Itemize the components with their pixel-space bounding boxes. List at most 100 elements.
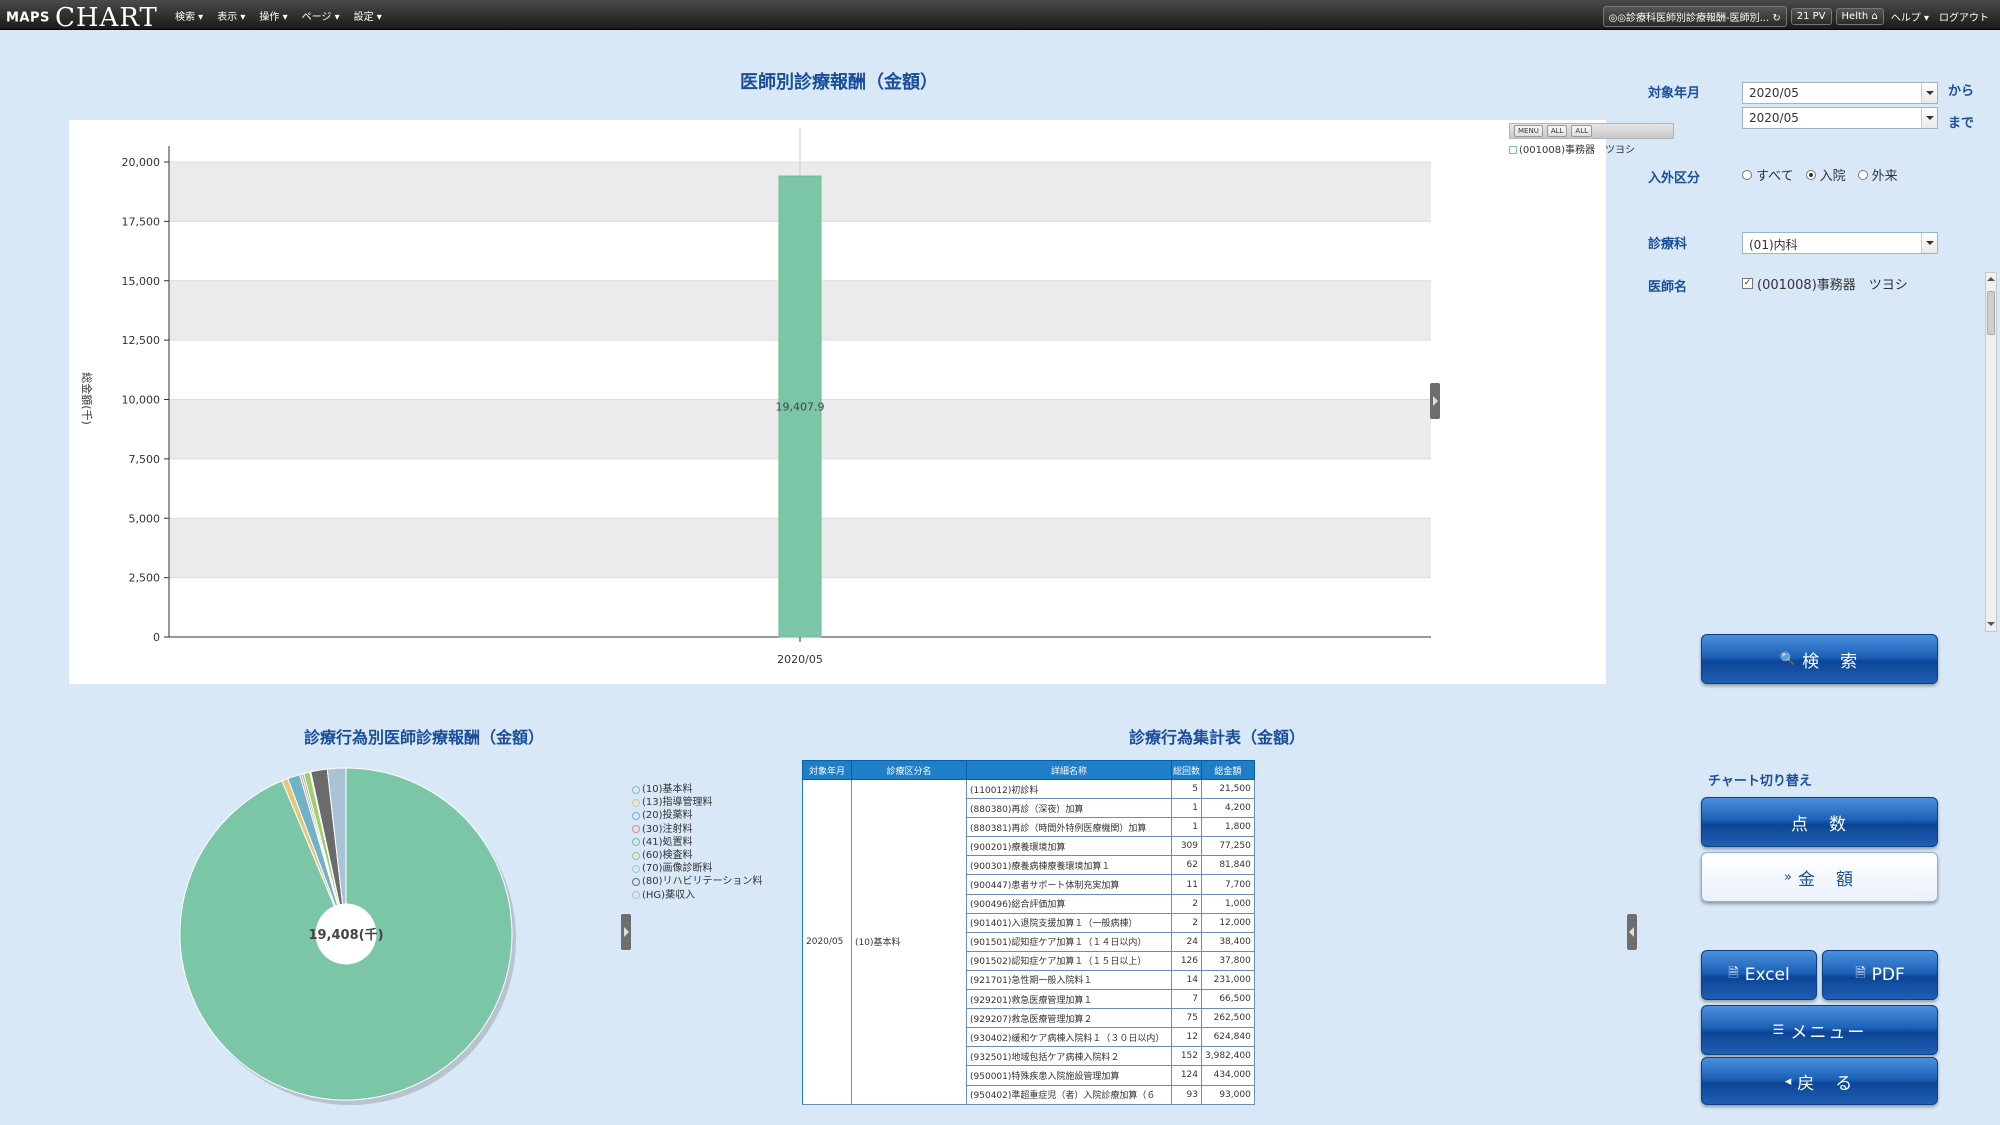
search-button-label: 検 索 — [1802, 651, 1860, 672]
radio-all[interactable]: すべて — [1742, 165, 1794, 184]
table-header-row: 対象年月 診療区分名 詳細名称 総回数 総金額 — [802, 760, 1255, 780]
menu-settings[interactable]: 設定 ▾ — [354, 8, 382, 23]
pie-legend-item[interactable]: (60)検査料 — [632, 849, 762, 862]
top-menu: 検索 ▾ 表示 ▾ 操作 ▾ ページ ▾ 設定 ▾ — [175, 8, 382, 23]
cell-amount: 12,000 — [1201, 912, 1255, 933]
menu-search[interactable]: 検索 ▾ — [175, 8, 203, 23]
period-from-select[interactable]: 2020/05 — [1742, 82, 1938, 104]
doctor-checkbox[interactable]: ✓ — [1742, 278, 1753, 289]
cell-amount: 38,400 — [1201, 931, 1255, 952]
legend-circle-icon — [632, 864, 640, 873]
legend-toolbar: MENU ALL ALL — [1509, 123, 1674, 139]
pie-legend-label: (10)基本料 — [642, 784, 693, 795]
pie-legend-item[interactable]: (70)画像診断料 — [632, 862, 762, 875]
cell-detail: (929201)救急医療管理加算１ — [966, 989, 1172, 1010]
period-to-select[interactable]: 2020/05 — [1742, 107, 1938, 129]
page-path[interactable]: ◎◎診療科医師別診療報酬-医師別... ↻ — [1602, 6, 1787, 27]
menu-view[interactable]: 表示 ▾ — [217, 8, 245, 23]
menu-icon: ☰ — [1772, 1022, 1785, 1038]
period-to-value: 2020/05 — [1749, 111, 1799, 125]
col-header-month[interactable]: 対象年月 — [802, 760, 852, 780]
excel-button[interactable]: 🗎 Excel — [1701, 950, 1817, 1000]
back-button[interactable]: ◂ 戻 る — [1701, 1057, 1938, 1105]
dropdown-arrow-icon[interactable] — [1921, 83, 1937, 103]
col-header-category[interactable]: 診療区分名 — [851, 760, 967, 780]
pie-legend-item[interactable]: (80)リハビリテーション料 — [632, 875, 762, 888]
col-header-count[interactable]: 総回数 — [1171, 760, 1202, 780]
legend-check-all-button[interactable]: ALL — [1571, 125, 1593, 137]
y-tick-label: 12,500 — [122, 334, 161, 347]
dropdown-arrow-icon[interactable] — [1921, 233, 1937, 253]
pie-legend-label: (13)指導管理料 — [642, 797, 713, 809]
menu-page[interactable]: ページ ▾ — [302, 8, 340, 23]
back-button-label: 戻 る — [1797, 1073, 1855, 1094]
menu-button-label: メニュー — [1790, 1022, 1867, 1043]
period-from-value: 2020/05 — [1749, 86, 1799, 100]
cell-detail: (901501)認知症ケア加算１（１４日以内） — [966, 931, 1172, 952]
scroll-thumb[interactable] — [1987, 291, 1995, 335]
user-name: Helth — [1841, 11, 1869, 22]
app-logo: MAPS CHART — [6, 3, 158, 33]
radio-outpatient[interactable]: 外来 — [1857, 165, 1898, 184]
search-button[interactable]: 🔍 検 索 — [1701, 634, 1938, 684]
excel-icon: 🗎 — [1728, 966, 1739, 981]
cell-count: 1 — [1171, 798, 1202, 819]
legend-circle-icon — [632, 891, 640, 900]
doctor-checkbox-item[interactable]: ✓ (001008)事務器 ツヨシ — [1742, 274, 1908, 293]
col-header-amount[interactable]: 総金額 — [1201, 760, 1255, 780]
doctor-list-scrollbar[interactable] — [1985, 272, 1997, 632]
pie-legend: (10)基本料 (13)指導管理料 (20)投薬料 (30)注射料 (41)処置料 (60… — [632, 783, 762, 902]
menu-button[interactable]: ☰ メニュー — [1701, 1005, 1938, 1055]
legend-swatch — [1509, 146, 1517, 154]
logo-chart: CHART — [54, 3, 158, 33]
pie-legend-item[interactable]: (41)処置料 — [632, 836, 762, 849]
cell-detail: (110012)初診料 — [966, 778, 1172, 800]
pie-legend-item[interactable]: (13)指導管理料 — [632, 796, 762, 809]
cell-amount: 434,000 — [1201, 1065, 1255, 1086]
cell-amount: 7,700 — [1201, 874, 1255, 895]
legend-menu-button[interactable]: MENU — [1514, 125, 1543, 137]
col-header-detail[interactable]: 詳細名称 — [966, 760, 1172, 780]
legend-item[interactable]: (001008)事務器 ツヨシ — [1509, 141, 1674, 156]
bar-chart-panel: 0 2,500 5,000 7,500 10,000 12,500 15,000 17,500… — [69, 120, 1674, 684]
pdf-button[interactable]: 🗎 PDF — [1822, 950, 1938, 1000]
scroll-up-icon[interactable] — [1987, 275, 1995, 285]
pie-legend-label: (30)注射料 — [642, 823, 693, 835]
table-title: 診療行為集計表（金額） — [1129, 728, 1306, 747]
top-bar: MAPS CHART 検索 ▾ 表示 ▾ 操作 ▾ ページ ▾ 設定 ▾ ◎◎診… — [0, 0, 2000, 33]
pie-legend-item[interactable]: (HG)薬収入 — [632, 889, 762, 902]
pie-legend-item[interactable]: (30)注射料 — [632, 823, 762, 836]
menu-operation[interactable]: 操作 ▾ — [259, 8, 287, 23]
legend-circle-icon — [632, 851, 640, 860]
dropdown-arrow-icon[interactable] — [1921, 108, 1937, 128]
table-row[interactable]: 2020/05 (10)基本料 (110012)初診料 5 21,500 — [802, 778, 1255, 1105]
help-menu[interactable]: ヘルプ ▾ — [1888, 7, 1932, 26]
y-tick-label: 0 — [153, 631, 160, 644]
cell-amount: 66,500 — [1201, 989, 1255, 1010]
legend-collapse-handle[interactable] — [1430, 383, 1440, 419]
dept-select[interactable]: (01)内科 — [1742, 232, 1938, 254]
table-body: 2020/05 (10)基本料 (110012)初診料 5 21,500 (880380)… — [802, 778, 1255, 1105]
amount-button[interactable]: » 金 額 — [1701, 852, 1938, 902]
legend-circle-icon — [632, 785, 640, 794]
legend-show-all-button[interactable]: ALL — [1546, 125, 1568, 137]
radio-all-dot[interactable] — [1742, 169, 1752, 180]
table-panel-handle[interactable] — [1627, 914, 1637, 950]
pie-legend-item[interactable]: (10)基本料 — [632, 783, 762, 796]
cell-count: 1 — [1171, 817, 1202, 838]
back-arrow-icon: ◂ — [1784, 1073, 1792, 1089]
scroll-down-icon[interactable] — [1987, 619, 1995, 629]
double-chevron-right-icon: » — [1784, 869, 1792, 885]
logout-link[interactable]: ログアウト — [1936, 7, 1992, 26]
bar-data-label: 19,407.9 — [776, 401, 825, 414]
points-button[interactable]: 点 数 — [1701, 797, 1938, 847]
pie-legend-handle[interactable] — [621, 914, 631, 950]
doctor-label: 医師名 — [1648, 280, 1688, 295]
radio-inpatient-dot[interactable] — [1805, 169, 1816, 180]
radio-inpatient[interactable]: 入院 — [1805, 165, 1846, 184]
user-home[interactable]: Helth ⌂ — [1835, 8, 1884, 25]
pie-legend-item[interactable]: (20)投薬料 — [632, 809, 762, 822]
cell-detail: (900496)総合評価加算 — [966, 893, 1172, 914]
refresh-icon[interactable]: ↻ — [1772, 13, 1780, 24]
radio-outpatient-dot[interactable] — [1857, 169, 1868, 180]
